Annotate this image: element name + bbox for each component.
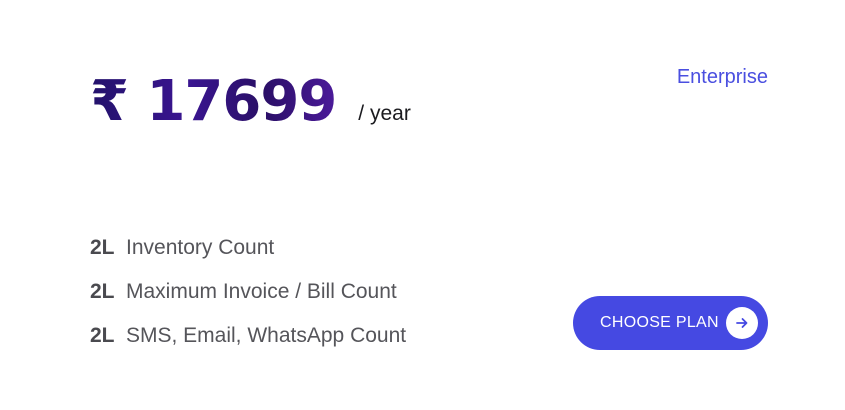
feature-quantity: 2L: [90, 236, 115, 259]
price-amount: ₹ 17699: [90, 69, 337, 134]
feature-list: 2L Inventory Count 2L Maximum Invoice / …: [90, 226, 406, 358]
feature-label: Inventory Count: [126, 236, 275, 259]
pricing-card: ₹ 17699 / year Enterprise 2L Inventory C…: [0, 0, 845, 410]
feature-quantity: 2L: [90, 280, 115, 303]
choose-plan-label: CHOOSE PLAN: [600, 314, 719, 331]
feature-label: Maximum Invoice / Bill Count: [126, 280, 397, 303]
plan-name: Enterprise: [676, 66, 768, 88]
feature-label: SMS, Email, WhatsApp Count: [126, 324, 407, 347]
feature-item: 2L SMS, Email, WhatsApp Count: [90, 314, 406, 358]
choose-plan-button[interactable]: CHOOSE PLAN: [573, 296, 768, 350]
price-block: ₹ 17699 / year: [90, 74, 411, 130]
feature-item: 2L Inventory Count: [90, 226, 406, 270]
price-period: / year: [358, 102, 411, 125]
feature-quantity: 2L: [90, 324, 115, 347]
arrow-right-icon: [726, 307, 758, 339]
feature-item: 2L Maximum Invoice / Bill Count: [90, 270, 406, 314]
